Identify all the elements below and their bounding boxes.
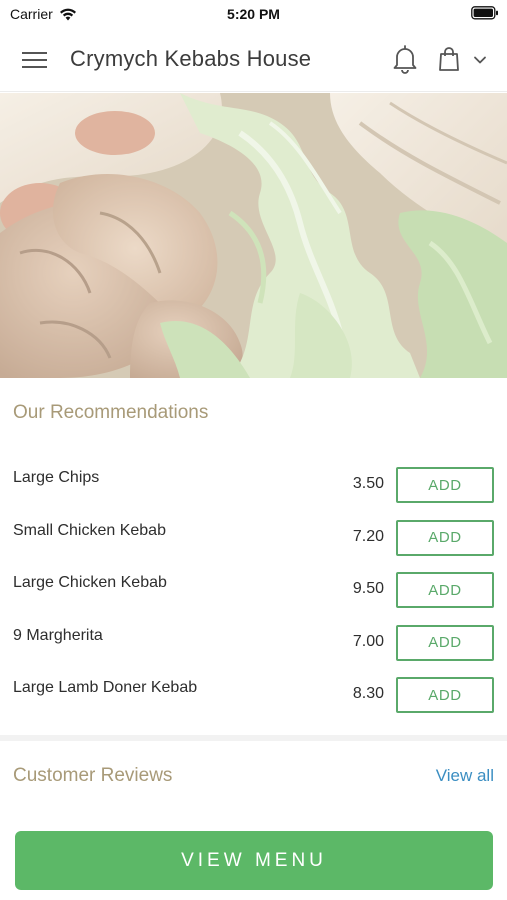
list-item: Large Chips 3.50 ADD: [0, 457, 507, 510]
item-name: Large Chicken Kebab: [13, 574, 167, 591]
add-button[interactable]: ADD: [396, 467, 494, 503]
add-button[interactable]: ADD: [396, 624, 494, 661]
item-name: 9 Margherita: [13, 626, 103, 644]
list-item: Small Chicken Kebab 7.20 ADD: [0, 510, 507, 563]
customer-reviews-title: Customer Reviews: [13, 765, 173, 786]
item-price: 9.50: [352, 580, 384, 597]
restaurant-title: Crymych Kebabs House: [70, 46, 312, 71]
item-price: 8.30: [352, 685, 384, 702]
list-item: Large Chicken Kebab 9.50 ADD: [0, 562, 507, 615]
hero-food-image: [0, 93, 507, 378]
recommendations-list: Large Chips 3.50 ADD Small Chicken Kebab…: [0, 457, 507, 720]
list-item: Large Lamb Doner Kebab 8.30 ADD: [0, 667, 507, 720]
battery-icon: [471, 6, 499, 25]
status-bar: Carrier 5:20 PM: [0, 0, 507, 28]
menu-icon[interactable]: [22, 49, 48, 71]
section-divider: [0, 735, 507, 741]
add-button[interactable]: ADD: [396, 677, 494, 713]
view-all-reviews-link[interactable]: View all: [436, 766, 494, 786]
item-price: 7.00: [352, 632, 384, 650]
shopping-bag-icon[interactable]: [438, 46, 460, 72]
add-button[interactable]: ADD: [396, 572, 494, 608]
item-name: Large Chips: [13, 469, 100, 486]
view-menu-button[interactable]: VIEW MENU: [15, 831, 493, 890]
item-price: 7.20: [352, 527, 384, 545]
bell-icon[interactable]: [392, 44, 418, 74]
chevron-down-icon[interactable]: [472, 54, 488, 66]
item-price: 3.50: [352, 475, 384, 492]
status-time: 5:20 PM: [227, 6, 280, 22]
list-item: 9 Margherita 7.00 ADD: [0, 615, 507, 668]
add-button[interactable]: ADD: [396, 519, 494, 556]
item-name: Large Lamb Doner Kebab: [13, 679, 198, 696]
item-name: Small Chicken Kebab: [13, 521, 166, 539]
app-header: Crymych Kebabs House: [0, 28, 507, 92]
recommendations-title: Our Recommendations: [13, 402, 209, 423]
